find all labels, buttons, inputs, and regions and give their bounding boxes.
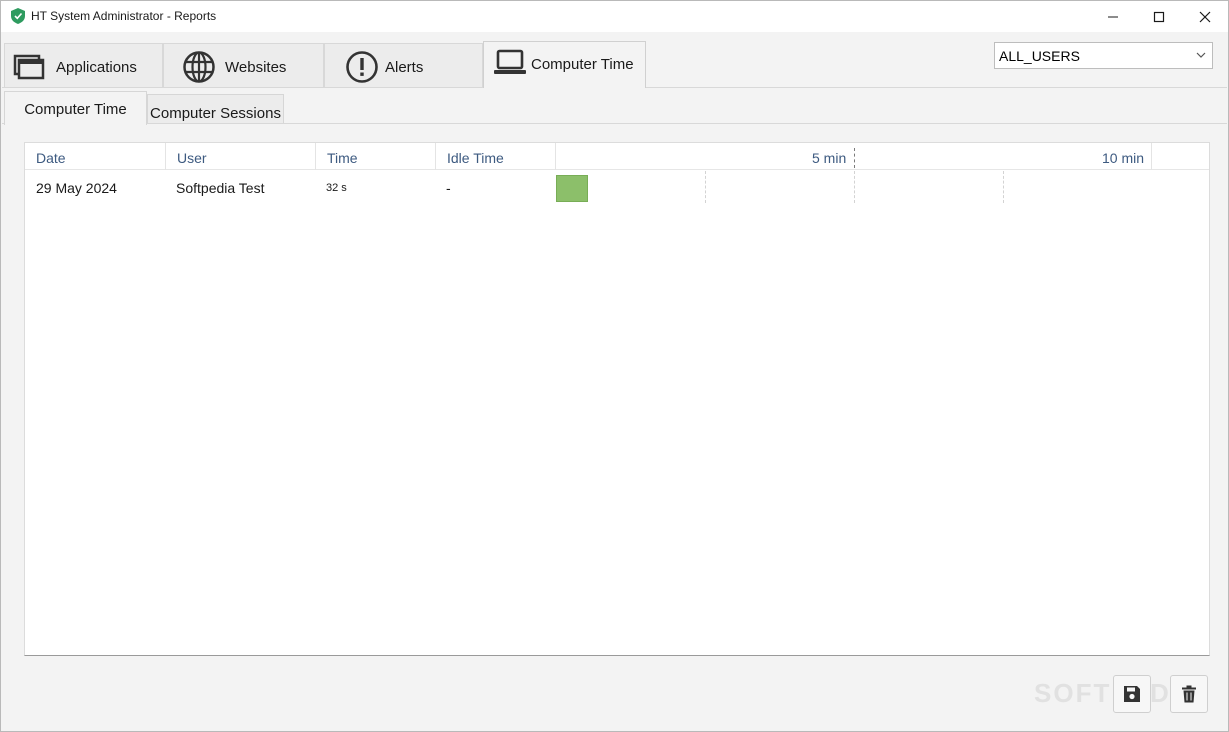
row-user: Softpedia Test xyxy=(176,180,265,196)
tab-applications[interactable]: Applications xyxy=(4,43,163,87)
close-button[interactable] xyxy=(1182,1,1228,32)
minimize-button[interactable] xyxy=(1090,1,1136,32)
subtab-computer-time-label: Computer Time xyxy=(24,101,127,118)
title-bar: HT System Administrator - Reports xyxy=(1,1,1228,32)
timeline-header: 5 min 10 min xyxy=(556,143,1152,170)
content-pane: Computer Time Computer Sessions Date Use… xyxy=(2,87,1227,731)
chevron-down-icon xyxy=(1196,52,1206,58)
subtab-computer-sessions[interactable]: Computer Sessions xyxy=(147,94,284,124)
sub-tab-divider xyxy=(2,123,1227,124)
row-idle-time: - xyxy=(446,180,451,196)
tab-websites-label: Websites xyxy=(225,59,287,76)
tab-websites[interactable]: Websites xyxy=(163,43,324,87)
column-header-idle-time[interactable]: Idle Time xyxy=(436,143,556,170)
timeline-gridline xyxy=(854,171,855,203)
shield-icon xyxy=(11,8,25,24)
row-date: 29 May 2024 xyxy=(36,180,117,196)
save-button[interactable] xyxy=(1113,675,1151,713)
tab-alerts[interactable]: Alerts xyxy=(324,43,483,87)
tab-applications-label: Applications xyxy=(56,59,137,76)
timeline-tick-5min xyxy=(854,148,855,168)
delete-button[interactable] xyxy=(1170,675,1208,713)
tab-computer-time-label: Computer Time xyxy=(531,56,634,73)
minimize-icon xyxy=(1108,16,1118,17)
window-title: HT System Administrator - Reports xyxy=(31,9,217,23)
row-time: 32 s xyxy=(326,182,347,194)
tab-alerts-label: Alerts xyxy=(385,59,424,76)
close-icon xyxy=(1199,11,1211,22)
save-icon xyxy=(1124,686,1140,702)
subtab-computer-sessions-label: Computer Sessions xyxy=(150,105,281,122)
subtab-computer-time[interactable]: Computer Time xyxy=(4,91,147,125)
maximize-button[interactable] xyxy=(1136,1,1182,32)
user-filter-select[interactable]: ALL_USERS xyxy=(994,42,1213,69)
laptop-icon xyxy=(494,49,526,74)
usage-bar[interactable] xyxy=(556,175,588,202)
column-header-time[interactable]: Time xyxy=(316,143,436,170)
timeline-gridline xyxy=(705,171,706,203)
column-header-user[interactable]: User xyxy=(166,143,316,170)
trash-icon xyxy=(1182,685,1196,703)
alert-icon xyxy=(346,51,378,83)
timeline-row xyxy=(556,171,1152,203)
globe-icon xyxy=(183,51,215,83)
timeline-label-10min: 10 min xyxy=(1102,150,1145,166)
applications-icon xyxy=(13,54,45,80)
column-header-date[interactable]: Date xyxy=(25,143,166,170)
report-grid[interactable]: Date User Time Idle Time 5 min 10 min 29… xyxy=(24,142,1210,656)
timeline-label-5min: 5 min xyxy=(812,150,847,166)
sub-tab-bar: Computer Time Computer Sessions xyxy=(4,91,1224,125)
timeline-gridline xyxy=(1003,171,1004,203)
maximize-icon xyxy=(1153,11,1165,22)
tab-computer-time[interactable]: Computer Time xyxy=(483,41,646,88)
app-window: HT System Administrator - Reports Applic… xyxy=(0,0,1229,732)
user-filter-value: ALL_USERS xyxy=(999,48,1080,64)
grid-header: Date User Time Idle Time 5 min 10 min xyxy=(25,143,1209,170)
